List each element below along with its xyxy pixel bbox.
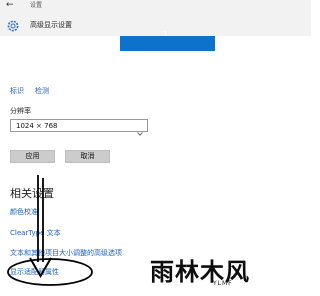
monitor-number: 1 [163, 30, 168, 38]
page-title: 高级显示设置 [30, 21, 72, 29]
cancel-button[interactable]: 取消 [65, 150, 110, 163]
page-header: 高级显示设置 [0, 14, 311, 36]
chevron-down-icon [137, 122, 143, 136]
resolution-label: 分辨率 [10, 107, 31, 115]
settings-window: ← 设置 高级显示设置 1 标识 检测 分辨率 1024 × 768 应用 取消… [0, 0, 311, 296]
apply-button[interactable]: 应用 [10, 150, 55, 163]
back-button[interactable]: ← [6, 0, 16, 10]
resolution-dropdown[interactable]: 1024 × 768 [10, 119, 148, 136]
related-settings-title: 相关设置 [10, 187, 54, 200]
advanced-text-sizing-link[interactable]: 文本和其他项目大小调整的高级选项 [10, 248, 122, 258]
watermark-sub: YLMF [213, 280, 233, 287]
title-bar: ← 设置 [0, 0, 311, 14]
watermark-logo: 雨林木风 [150, 257, 250, 286]
window-title: 设置 [30, 2, 43, 9]
identify-link[interactable]: 标识 [10, 86, 24, 96]
cleartype-link[interactable]: ClearType 文本 [10, 228, 61, 238]
color-calibration-link[interactable]: 颜色校准 [10, 207, 38, 217]
display-adapter-properties-link[interactable]: 显示适配器属性 [10, 267, 59, 277]
resolution-value: 1024 × 768 [16, 122, 58, 130]
detect-link[interactable]: 检测 [35, 86, 49, 96]
gear-icon [6, 18, 20, 32]
monitor-preview[interactable]: 1 [120, 30, 215, 51]
